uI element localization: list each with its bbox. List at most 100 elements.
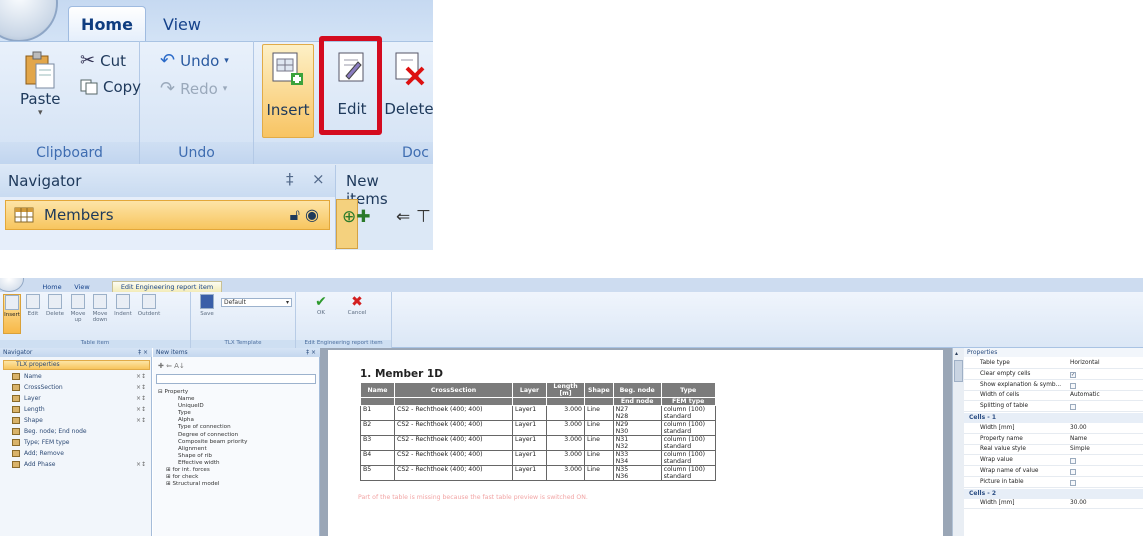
bottom-delete-button[interactable]: Delete <box>44 294 66 317</box>
filter-icon[interactable]: ⊤ <box>416 207 431 227</box>
template-dropdown-icon[interactable]: ▾ <box>286 299 289 306</box>
navigator-item[interactable]: Add Phase ×↕ <box>12 461 146 468</box>
tab-home[interactable]: Home <box>68 6 146 42</box>
property-row[interactable]: Width of cells Automatic <box>964 391 1143 402</box>
tree-item[interactable]: Alpha <box>178 417 194 423</box>
close-icon[interactable]: × <box>312 170 325 188</box>
add-item-icon[interactable]: ⊕✚ <box>342 207 371 227</box>
property-row[interactable]: Real value style Simple <box>964 445 1143 456</box>
property-row[interactable]: Property name Name <box>964 435 1143 445</box>
save-button[interactable]: Save <box>198 294 216 317</box>
template-select[interactable]: Default ▾ <box>221 298 292 307</box>
property-checkbox[interactable] <box>1070 479 1076 486</box>
tree-item[interactable]: UniqueID <box>178 403 204 409</box>
navigator-item[interactable]: Add; Remove <box>12 450 64 457</box>
property-row[interactable]: Splitting of table <box>964 402 1143 413</box>
remove-item-icon[interactable]: ×↕ <box>136 373 146 380</box>
property-row[interactable]: Width [mm] 30.00 <box>964 499 1143 510</box>
navigator-item[interactable]: Beg. node; End node <box>12 428 87 435</box>
bottom-insert-button[interactable]: Insert <box>3 294 21 334</box>
property-value[interactable]: Simple <box>1070 446 1090 452</box>
back-arrow-icon[interactable]: ⇐ <box>396 207 410 227</box>
property-value[interactable]: Horizontal <box>1070 360 1100 366</box>
bottom-edit-button[interactable]: Edit <box>24 294 42 317</box>
tree-root-property[interactable]: ⊟ Property <box>158 389 188 395</box>
property-checkbox[interactable] <box>1070 458 1076 465</box>
tree-item[interactable]: Composite beam priority <box>178 439 247 445</box>
redo-button[interactable]: ↷ Redo ▾ <box>160 78 227 99</box>
undo-dropdown-icon[interactable]: ▾ <box>224 56 229 66</box>
bottom-new-items-pin-close-icon[interactable]: ‡ × <box>306 349 316 356</box>
paste-dropdown-icon[interactable]: ▾ <box>38 108 43 118</box>
scroll-thumb[interactable] <box>954 360 963 382</box>
property-row[interactable]: Clear empty cells ✓ <box>964 370 1143 380</box>
bottom-tab-edit-report-item[interactable]: Edit Engineering report item <box>112 281 222 292</box>
property-checkbox[interactable]: ✓ <box>1070 371 1076 378</box>
pin-icon[interactable]: ‡ <box>286 170 294 188</box>
move-down-button[interactable]: Move down <box>90 294 110 323</box>
property-value[interactable]: Automatic <box>1070 392 1100 398</box>
redo-dropdown-icon[interactable]: ▾ <box>223 84 228 94</box>
tlx-properties-root[interactable]: TLX properties <box>3 360 150 370</box>
remove-item-icon[interactable]: ×↕ <box>136 384 146 391</box>
bottom-tab-home[interactable]: Home <box>38 281 66 292</box>
cells-2-section[interactable]: Cells - 2 <box>964 488 1143 499</box>
tree-item[interactable]: Name <box>178 396 195 402</box>
navigator-item-label: Beg. node; End node <box>24 428 87 435</box>
navigator-item[interactable]: Type; FEM type <box>12 439 69 446</box>
remove-item-icon[interactable]: ×↕ <box>136 461 146 468</box>
property-checkbox[interactable] <box>1070 469 1076 475</box>
move-up-button[interactable]: Move up <box>68 294 88 323</box>
undo-button[interactable]: ↶ Undo ▾ <box>160 50 229 71</box>
property-row[interactable]: Wrap value <box>964 456 1143 467</box>
property-checkbox[interactable] <box>1070 382 1076 389</box>
remove-item-icon[interactable]: ×↕ <box>136 417 146 424</box>
property-row[interactable]: Table type Horizontal <box>964 359 1143 369</box>
navigator-item-members[interactable]: Members 🔓︎ ◉ <box>5 200 330 230</box>
property-row[interactable]: Show explanation & symb... <box>964 381 1143 391</box>
paste-button[interactable]: Paste ▾ <box>20 50 61 118</box>
property-row[interactable]: Wrap name of value <box>964 467 1143 477</box>
bottom-tab-view[interactable]: View <box>70 281 94 292</box>
scroll-up-icon[interactable]: ▴ <box>955 350 958 357</box>
lock-eye-icon[interactable]: 🔓︎ ◉ <box>290 205 319 225</box>
bottom-navigator-title-text: Navigator <box>3 349 33 356</box>
indent-button[interactable]: Indent <box>112 294 134 317</box>
bottom-nav-pin-close-icon[interactable]: ‡ × <box>138 349 148 356</box>
property-checkbox[interactable] <box>1070 404 1076 411</box>
navigator-item[interactable]: Name ×↕ <box>12 373 146 380</box>
insert-button[interactable]: Insert <box>262 44 314 138</box>
cut-button[interactable]: ✂ Cut <box>80 50 126 71</box>
tree-item[interactable]: Shape of rib <box>178 453 212 459</box>
tree-group[interactable]: ⊞ for int. forces <box>166 467 210 473</box>
remove-item-icon[interactable]: ×↕ <box>136 395 146 402</box>
navigator-item[interactable]: Shape ×↕ <box>12 417 146 424</box>
cancel-button[interactable]: ✖ Cancel <box>346 294 368 316</box>
bottom-new-items-toolbar-icons[interactable]: ✚ ⇐ A↓ <box>158 362 185 370</box>
tree-item[interactable]: Type of connection <box>178 424 231 430</box>
document-scrollbar[interactable]: ▴ <box>952 348 964 536</box>
tab-view[interactable]: View <box>152 6 212 42</box>
navigator-item[interactable]: Layer ×↕ <box>12 395 146 402</box>
property-value[interactable]: Name <box>1070 436 1087 442</box>
navigator-item[interactable]: Length ×↕ <box>12 406 146 413</box>
outdent-button[interactable]: Outdent <box>136 294 162 317</box>
remove-item-icon[interactable]: ×↕ <box>136 406 146 413</box>
delete-button[interactable]: Delete <box>384 50 433 118</box>
new-items-search-input[interactable] <box>156 374 316 384</box>
property-row[interactable]: Picture in table <box>964 478 1143 488</box>
property-row[interactable]: Width [mm] 30.00 <box>964 424 1143 434</box>
property-value[interactable]: 30.00 <box>1070 500 1087 506</box>
tree-item[interactable]: Alignment <box>178 446 207 452</box>
tree-item[interactable]: Degree of connection <box>178 432 238 438</box>
tree-item[interactable]: Effective width <box>178 460 220 466</box>
cell-length: 3.000 <box>546 420 585 436</box>
copy-button[interactable]: Copy <box>80 78 141 96</box>
cells-1-section[interactable]: Cells - 1 <box>964 413 1143 423</box>
tree-item[interactable]: Type <box>178 410 191 416</box>
property-value[interactable]: 30.00 <box>1070 425 1087 431</box>
tree-group[interactable]: ⊞ Structural model <box>166 481 219 487</box>
tree-group[interactable]: ⊞ for check <box>166 474 198 480</box>
ok-button[interactable]: ✔ OK <box>312 294 330 316</box>
navigator-item[interactable]: CrossSection ×↕ <box>12 384 146 391</box>
